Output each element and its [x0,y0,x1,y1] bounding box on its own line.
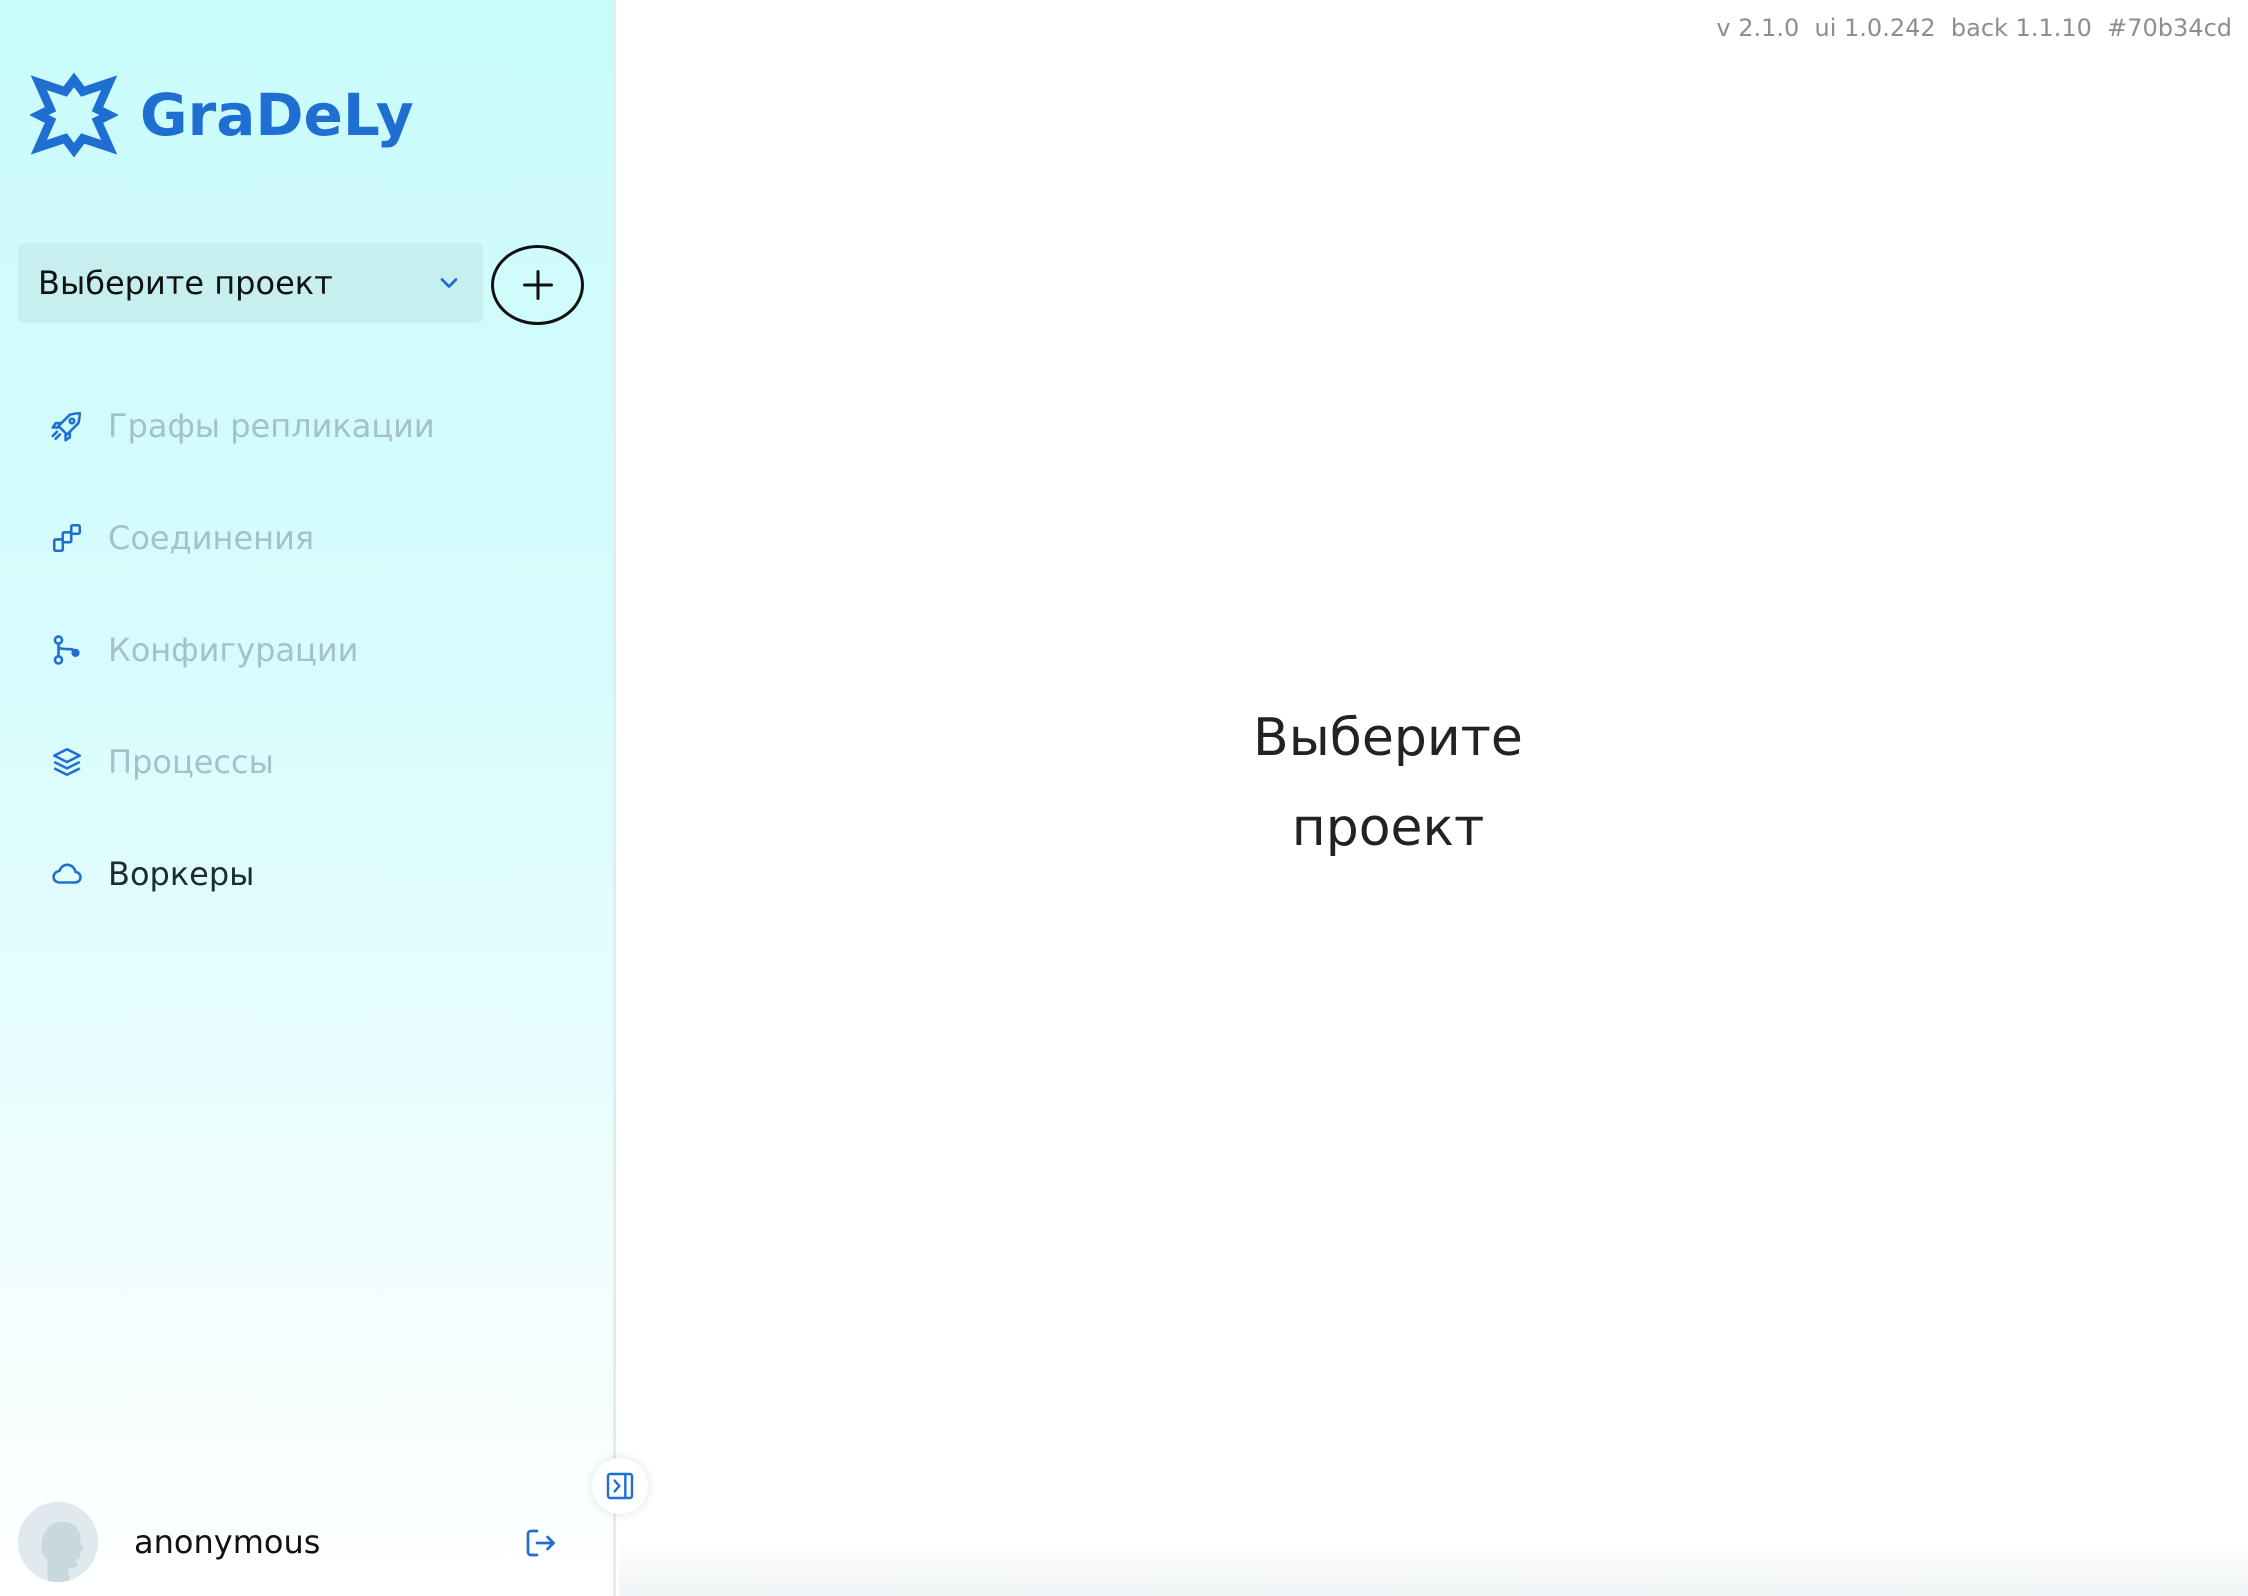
app-logo[interactable]: GraDeLy [30,70,414,160]
avatar-silhouette-icon [18,1502,98,1582]
layers-icon [52,747,82,777]
cloud-icon [52,863,82,884]
empty-state-line-1: Выберите [1253,708,1523,768]
connections-icon [52,523,82,553]
app-name: GraDeLy [140,81,414,149]
sidebar-item-workers[interactable]: Воркеры [0,818,600,930]
logout-icon[interactable] [522,1525,558,1561]
sidebar: GraDeLy Выберите проект Графы репликации [0,0,616,1596]
sidebar-item-replication-graphs[interactable]: Графы репликации [0,370,600,482]
sidebar-collapse-icon [606,1472,634,1500]
rocket-icon [51,411,82,442]
empty-state-line-2: проект [1291,798,1485,858]
user-profile[interactable]: anonymous [18,1502,320,1582]
sidebar-collapse-button[interactable] [592,1458,648,1514]
sidebar-item-processes[interactable]: Процессы [0,706,600,818]
add-project-button[interactable] [491,245,584,325]
git-branch-icon [53,635,80,665]
sidebar-item-label: Воркеры [108,855,255,893]
version-info: v 2.1.0 ui 1.0.242 back 1.1.10 #70b34cd [1716,14,2232,42]
chevron-down-icon [440,278,458,288]
avatar [18,1502,98,1582]
project-select[interactable]: Выберите проект [18,243,483,323]
project-select-label: Выберите проект [38,264,333,302]
plus-icon [522,270,553,300]
sidebar-item-label: Графы репликации [108,407,435,445]
sidebar-item-configurations[interactable]: Конфигурации [0,594,600,706]
sidebar-item-label: Конфигурации [108,631,359,669]
sidebar-item-label: Процессы [108,743,274,781]
gradely-logo-icon [30,72,118,158]
username: anonymous [134,1523,321,1561]
bottom-shade [619,1540,2248,1596]
sidebar-nav: Графы репликации Соединения Конфигурации… [0,370,600,930]
empty-state-message: Выберите проект [1188,693,1588,873]
sidebar-item-label: Соединения [108,519,315,557]
sidebar-item-connections[interactable]: Соединения [0,482,600,594]
